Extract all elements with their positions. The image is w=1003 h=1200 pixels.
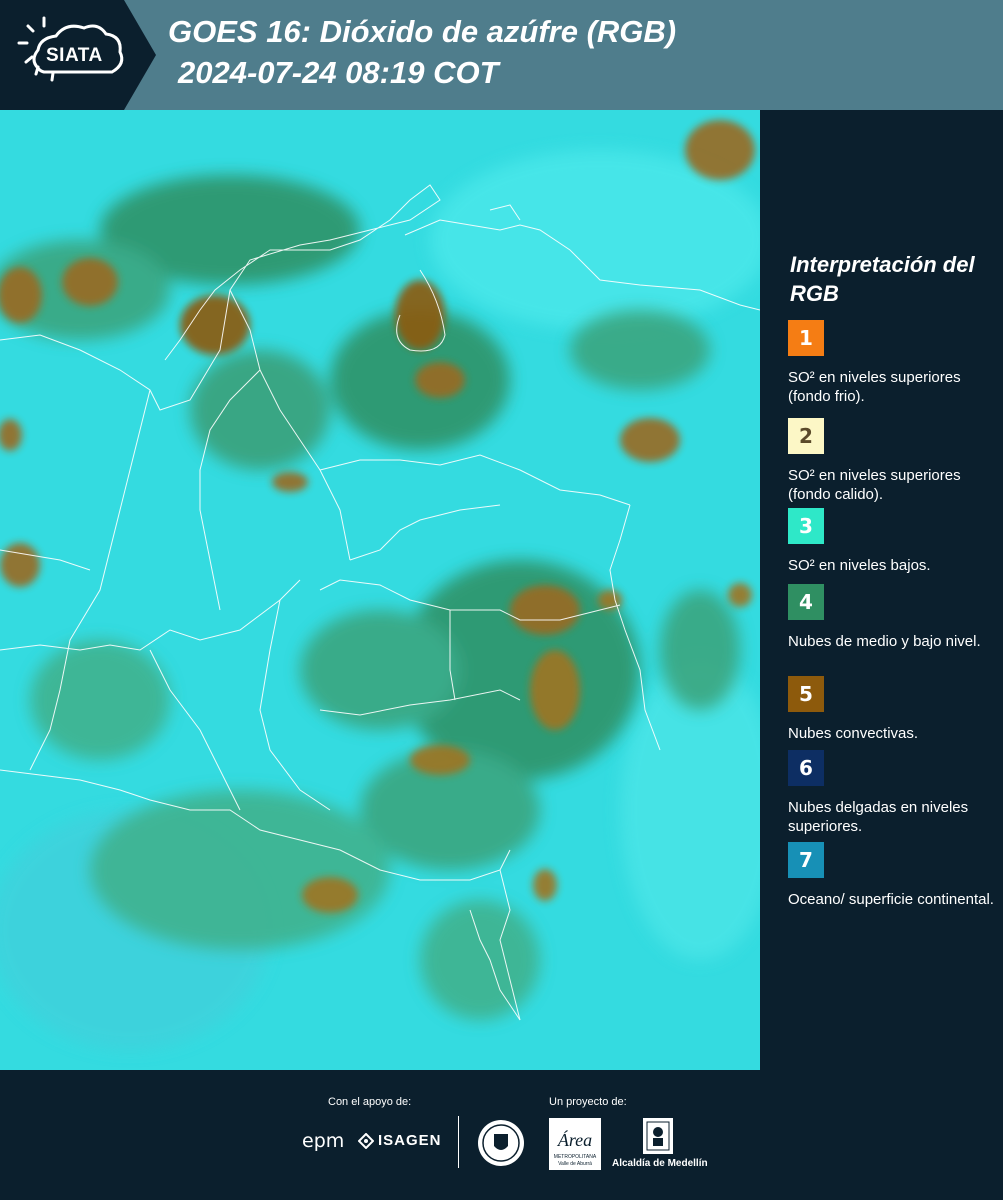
legend-swatch-7: 7	[788, 842, 824, 878]
project-label: Un proyecto de:	[549, 1096, 627, 1108]
support-label: Con el apoyo de:	[328, 1096, 412, 1108]
legend-item-7: 7 Oceano/ superficie continental.	[788, 842, 998, 909]
svg-text:Área: Área	[557, 1129, 592, 1150]
legend-item-2: 2 SO² en niveles superiores (fondo calid…	[788, 418, 998, 504]
medellin-seal-logo	[476, 1118, 526, 1173]
timestamp: 2024-07-24 08:19 COT	[178, 55, 499, 90]
legend-swatch-6: 6	[788, 750, 824, 786]
svg-text:Valle de Aburrá: Valle de Aburrá	[558, 1161, 592, 1167]
legend-swatch-3: 3	[788, 508, 824, 544]
isagen-icon	[358, 1132, 374, 1149]
legend-label-3: SO² en niveles bajos.	[788, 557, 931, 574]
epm-logo: epm	[302, 1130, 345, 1152]
legend-swatch-1: 1	[788, 320, 824, 356]
legend-label-2: SO² en niveles superiores (fondo calido)…	[788, 467, 961, 503]
area-metropolitana-logo: Área METROPOLITANA Valle de Aburrá	[549, 1118, 601, 1175]
siata-logo-text: SIATA	[46, 45, 103, 66]
legend-swatch-4: 4	[788, 584, 824, 620]
footer-divider	[458, 1116, 459, 1168]
legend-item-3: 3 SO² en niveles bajos.	[788, 508, 998, 575]
siata-logo: SIATA	[0, 0, 156, 110]
legend-item-6: 6 Nubes delgadas en niveles superiores.	[788, 750, 998, 836]
legend-panel: Interpretación del RGB 1 SO² en niveles …	[760, 110, 1003, 1070]
satellite-map	[0, 110, 760, 1070]
legend-item-1: 1 SO² en niveles superiores (fondo frio)…	[788, 320, 998, 406]
legend-label-7: Oceano/ superficie continental.	[788, 891, 994, 908]
legend-swatch-5: 5	[788, 676, 824, 712]
footer: Con el apoyo de: Un proyecto de: epm ISA…	[0, 1070, 1003, 1200]
page-title: GOES 16: Dióxido de azúfre (RGB)	[168, 14, 677, 49]
alcaldia-shield-icon	[643, 1118, 673, 1154]
legend-label-1: SO² en niveles superiores (fondo frio).	[788, 369, 961, 405]
isagen-logo: ISAGEN	[358, 1132, 442, 1149]
alcaldia-text: Alcaldía de Medellín	[612, 1158, 708, 1169]
medellin-seal-icon	[478, 1120, 524, 1166]
legend-label-4: Nubes de medio y bajo nivel.	[788, 633, 981, 650]
svg-text:METROPOLITANA: METROPOLITANA	[554, 1154, 597, 1160]
area-metropolitana-icon: Área METROPOLITANA Valle de Aburrá	[549, 1118, 601, 1170]
alcaldia-medellin-logo: Alcaldía de Medellín	[612, 1116, 708, 1169]
legend-title: Interpretación del RGB	[790, 252, 975, 306]
legend-label-6: Nubes delgadas en niveles superiores.	[788, 799, 969, 835]
header: SIATA GOES 16: Dióxido de azúfre (RGB) 2…	[0, 0, 1003, 110]
legend-label-5: Nubes convectivas.	[788, 725, 919, 742]
isagen-text: ISAGEN	[378, 1132, 442, 1149]
legend-item-4: 4 Nubes de medio y bajo nivel.	[788, 584, 998, 651]
legend-item-5: 5 Nubes convectivas.	[788, 676, 998, 743]
legend-swatch-2: 2	[788, 418, 824, 454]
satellite-rgb-map-image	[0, 110, 760, 1070]
